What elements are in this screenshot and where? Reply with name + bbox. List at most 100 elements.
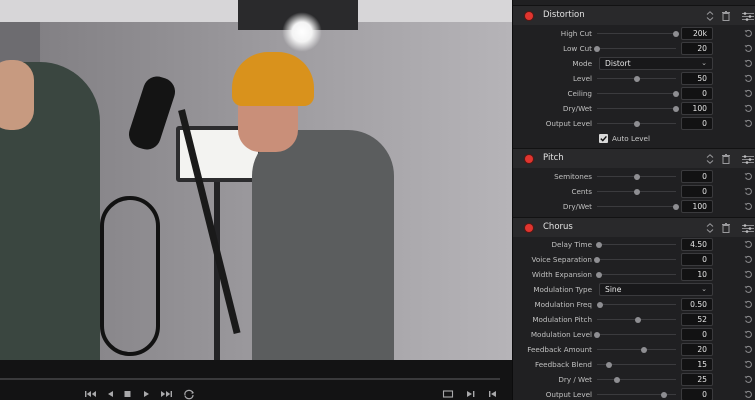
reset-icon[interactable]: [744, 240, 753, 249]
dry-wet-slider-thumb[interactable]: [673, 203, 679, 210]
semitones-value-field[interactable]: 0: [681, 170, 713, 183]
auto-level-checkbox[interactable]: [599, 134, 608, 143]
slider-track[interactable]: [597, 304, 676, 305]
expand-chevron-icon[interactable]: [705, 10, 715, 22]
scrub-bar[interactable]: [0, 378, 500, 380]
play-reverse-icon[interactable]: [103, 388, 117, 400]
semitones-slider-thumb[interactable]: [633, 173, 640, 180]
reset-icon[interactable]: [744, 315, 753, 324]
feedback-amount-value-field[interactable]: 20: [681, 343, 713, 356]
reset-icon[interactable]: [744, 44, 753, 53]
mode-dropdown[interactable]: Distort ⌄: [599, 57, 713, 70]
reset-icon[interactable]: [744, 29, 753, 38]
options-menu-icon[interactable]: [741, 154, 755, 164]
modulation-freq-slider-thumb[interactable]: [597, 301, 604, 308]
slider-track[interactable]: [597, 108, 676, 109]
trash-icon[interactable]: [721, 222, 731, 234]
skip-to-end-icon[interactable]: [159, 388, 173, 400]
reset-icon[interactable]: [744, 255, 753, 264]
power-toggle-icon[interactable]: [525, 224, 533, 232]
slider-track[interactable]: [597, 334, 676, 335]
reset-icon[interactable]: [744, 375, 753, 384]
reset-icon[interactable]: [744, 390, 753, 399]
param-label: Dry / Wet: [558, 375, 592, 384]
skip-end-icon[interactable]: [486, 388, 500, 400]
output-level-value-field[interactable]: 0: [681, 388, 713, 400]
slider-track[interactable]: [597, 349, 676, 350]
dry-wet-slider-thumb[interactable]: [673, 105, 679, 112]
slider-track[interactable]: [597, 93, 676, 94]
reset-icon[interactable]: [744, 270, 753, 279]
cents-slider-thumb[interactable]: [633, 188, 640, 195]
skip-to-start-icon[interactable]: [84, 388, 98, 400]
reset-icon[interactable]: [744, 89, 753, 98]
trash-icon[interactable]: [721, 153, 731, 165]
reset-icon[interactable]: [744, 172, 753, 181]
reset-icon[interactable]: [744, 119, 753, 128]
slider-track[interactable]: [597, 274, 676, 275]
reset-icon[interactable]: [744, 104, 753, 113]
low-cut-slider-thumb[interactable]: [594, 45, 600, 52]
level-value-field[interactable]: 50: [681, 72, 713, 85]
expand-chevron-icon[interactable]: [705, 153, 715, 165]
dry-wet-value-field[interactable]: 100: [681, 200, 713, 213]
modulation-pitch-slider-thumb[interactable]: [635, 316, 642, 323]
level-slider-thumb[interactable]: [633, 75, 640, 82]
feedback-amount-slider-thumb[interactable]: [641, 346, 648, 353]
voice-separation-slider-thumb[interactable]: [594, 256, 600, 263]
high-cut-value-field[interactable]: 20k: [681, 27, 713, 40]
modulation-pitch-value-field[interactable]: 52: [681, 313, 713, 326]
output-level-slider-thumb[interactable]: [633, 120, 640, 127]
loop-icon[interactable]: [182, 388, 196, 400]
ceiling-value-field[interactable]: 0: [681, 87, 713, 100]
reset-icon[interactable]: [744, 187, 753, 196]
expand-chevron-icon[interactable]: [705, 222, 715, 234]
modulation-level-slider-thumb[interactable]: [594, 331, 600, 338]
power-toggle-icon[interactable]: [525, 155, 533, 163]
voice-separation-value-field[interactable]: 0: [681, 253, 713, 266]
trash-icon[interactable]: [721, 10, 731, 22]
modulation-level-value-field[interactable]: 0: [681, 328, 713, 341]
feedback-blend-slider-thumb[interactable]: [605, 361, 612, 368]
reset-icon[interactable]: [744, 360, 753, 369]
options-menu-icon[interactable]: [741, 11, 755, 21]
modulation-type-dropdown[interactable]: Sine ⌄: [599, 283, 713, 296]
stop-icon[interactable]: [121, 388, 135, 400]
delay-time-slider-thumb[interactable]: [596, 241, 603, 248]
reset-icon[interactable]: [744, 202, 753, 211]
slider-track[interactable]: [597, 259, 676, 260]
dry-wet-value-field[interactable]: 25: [681, 373, 713, 386]
reset-icon[interactable]: [744, 300, 753, 309]
reset-icon[interactable]: [744, 345, 753, 354]
ceiling-slider-thumb[interactable]: [673, 90, 679, 97]
slider-track[interactable]: [597, 244, 676, 245]
play-icon[interactable]: [140, 388, 154, 400]
fullscreen-icon[interactable]: [441, 388, 455, 400]
dry-wet-value-field[interactable]: 100: [681, 102, 713, 115]
next-icon[interactable]: [464, 388, 478, 400]
slider-track[interactable]: [597, 33, 676, 34]
width-expansion-slider-thumb[interactable]: [596, 271, 603, 278]
slider-track[interactable]: [597, 206, 676, 207]
high-cut-slider-thumb[interactable]: [673, 30, 679, 37]
cents-value-field[interactable]: 0: [681, 185, 713, 198]
reset-icon[interactable]: [744, 59, 753, 68]
reset-icon[interactable]: [744, 285, 753, 294]
reset-icon[interactable]: [744, 74, 753, 83]
reset-icon[interactable]: [744, 330, 753, 339]
dry-wet-slider-thumb[interactable]: [613, 376, 620, 383]
power-toggle-icon[interactable]: [525, 12, 533, 20]
delay-time-value-field[interactable]: 4.50: [681, 238, 713, 251]
slider-track[interactable]: [597, 48, 676, 49]
video-frame[interactable]: [0, 0, 512, 360]
feedback-blend-value-field[interactable]: 15: [681, 358, 713, 371]
param-label: Ceiling: [567, 89, 592, 98]
output-level-slider-thumb[interactable]: [661, 391, 668, 398]
output-level-value-field[interactable]: 0: [681, 117, 713, 130]
coiled-cable: [100, 196, 160, 356]
low-cut-value-field[interactable]: 20: [681, 42, 713, 55]
width-expansion-value-field[interactable]: 10: [681, 268, 713, 281]
modulation-freq-value-field[interactable]: 0.50: [681, 298, 713, 311]
slider-track[interactable]: [597, 379, 676, 380]
options-menu-icon[interactable]: [741, 223, 755, 233]
